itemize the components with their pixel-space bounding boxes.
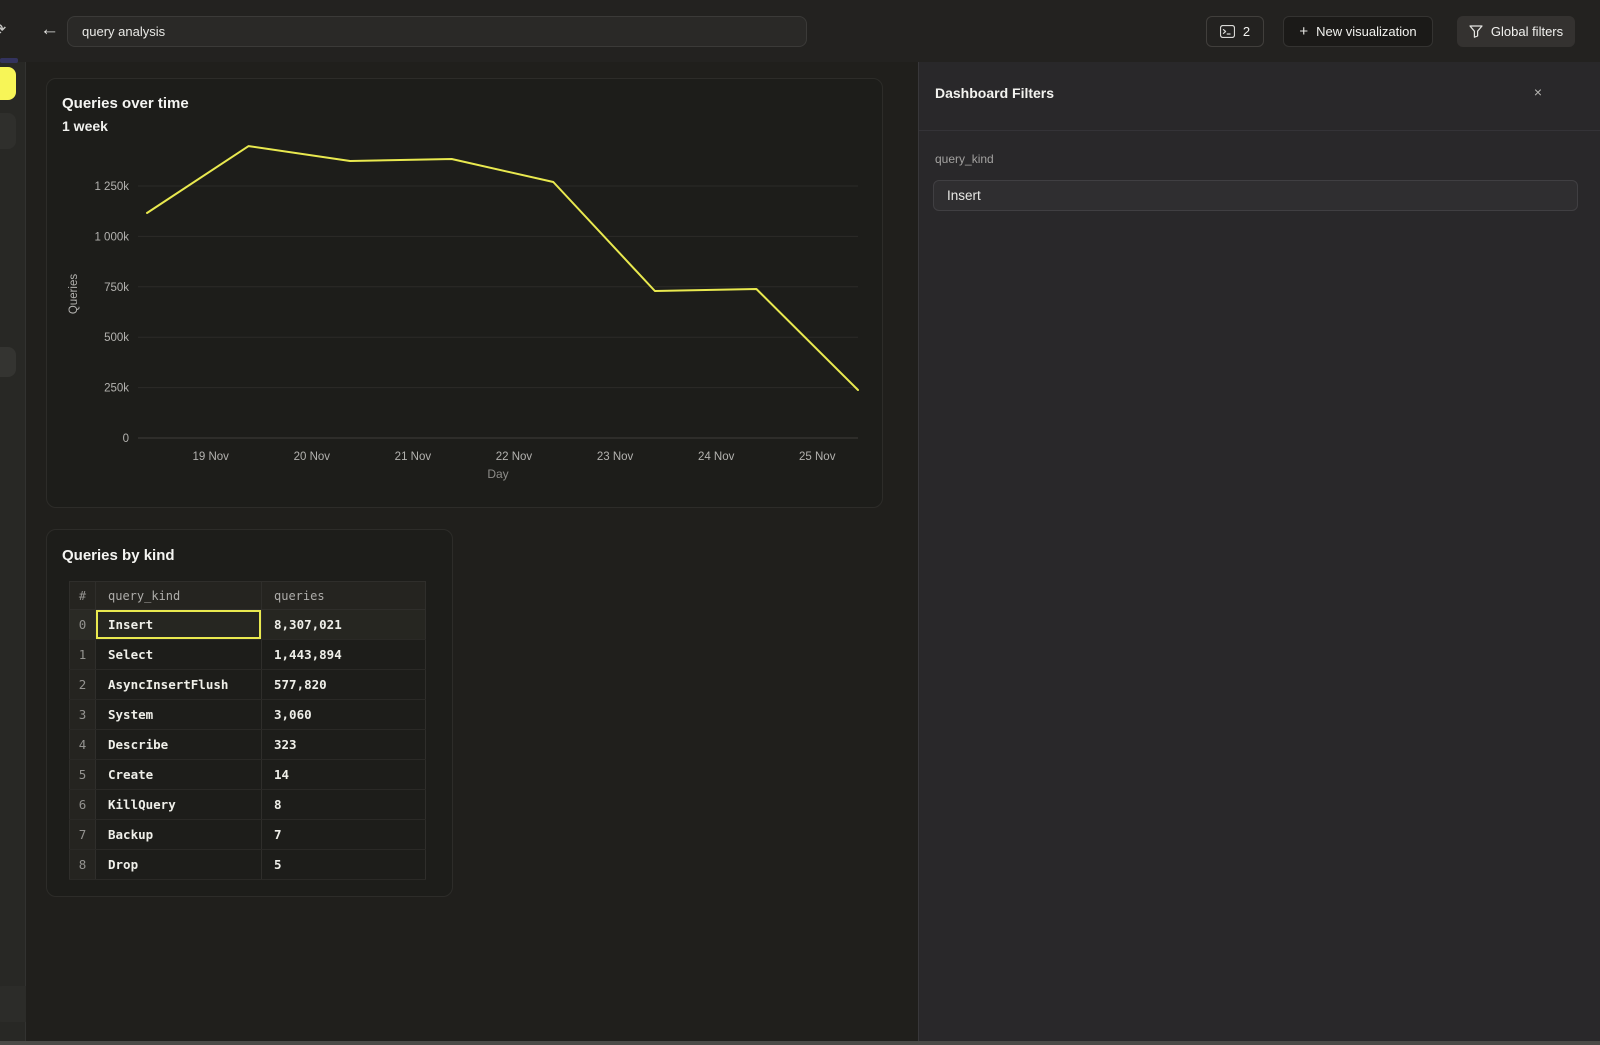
queries-by-kind-table: #query_kindqueries 0Insert8,307,0211Sele… <box>69 581 426 880</box>
table-row: 7Backup7 <box>70 820 426 850</box>
table-row: 1Select1,443,894 <box>70 640 426 670</box>
cell-row-index: 6 <box>70 790 96 820</box>
column-header-idx: # <box>70 582 96 610</box>
table-row: 3System3,060 <box>70 700 426 730</box>
cell-query-kind[interactable]: Create <box>96 760 262 790</box>
plus-icon: + <box>1299 24 1308 39</box>
svg-text:20 Nov: 20 Nov <box>294 451 331 463</box>
queries-by-kind-card: Queries by kind #query_kindqueries 0Inse… <box>46 529 453 897</box>
funnel-icon <box>1469 25 1483 38</box>
console-count-label: 2 <box>1243 24 1250 39</box>
table-row: 5Create14 <box>70 760 426 790</box>
cell-row-index: 3 <box>70 700 96 730</box>
cell-query-kind[interactable]: Drop <box>96 850 262 880</box>
queries-over-time-line-chart: 0 250k 500k 750k 1 000k 1 250k 19 Nov 20 Nov 21 … <box>47 79 884 509</box>
table-row: 4Describe323 <box>70 730 426 760</box>
svg-text:Day: Day <box>487 467 508 481</box>
cell-query-kind[interactable]: Describe <box>96 730 262 760</box>
cell-query-kind[interactable]: Insert <box>96 610 262 640</box>
table-title: Queries by kind <box>62 547 175 564</box>
cell-row-index: 4 <box>70 730 96 760</box>
table-row: 6KillQuery8 <box>70 790 426 820</box>
filter-field-label: query_kind <box>935 152 994 166</box>
sidebar-item[interactable] <box>0 347 16 377</box>
cell-queries-value[interactable]: 323 <box>262 730 426 760</box>
svg-text:250k: 250k <box>104 383 129 395</box>
global-filters-button[interactable]: Global filters <box>1457 16 1575 47</box>
sidebar-focus-sliver <box>0 58 18 63</box>
console-icon <box>1220 25 1235 38</box>
panel-divider <box>919 130 1600 131</box>
table-row: 0Insert8,307,021 <box>70 610 426 640</box>
svg-text:1 000k: 1 000k <box>94 231 129 243</box>
svg-text:19 Nov: 19 Nov <box>193 451 230 463</box>
column-header-query_kind: query_kind <box>96 582 262 610</box>
console-count-button[interactable]: 2 <box>1206 16 1264 47</box>
sidebar-item-active[interactable] <box>0 67 16 100</box>
window-bottom-edge <box>0 1041 1600 1045</box>
queries-over-time-card: Queries over time 1 week 0 250k 500k 750k 1 … <box>46 78 883 508</box>
query-kind-filter-input[interactable] <box>933 180 1578 211</box>
dashboard-filters-panel: Dashboard Filters × query_kind <box>918 62 1600 1041</box>
svg-text:1 250k: 1 250k <box>94 181 129 193</box>
svg-text:750k: 750k <box>104 282 129 294</box>
cell-row-index: 1 <box>70 640 96 670</box>
cell-queries-value[interactable]: 14 <box>262 760 426 790</box>
left-sidebar-strip <box>0 62 26 1041</box>
cell-queries-value[interactable]: 1,443,894 <box>262 640 426 670</box>
cell-queries-value[interactable]: 3,060 <box>262 700 426 730</box>
cell-row-index: 5 <box>70 760 96 790</box>
cell-queries-value[interactable]: 8 <box>262 790 426 820</box>
cell-queries-value[interactable]: 7 <box>262 820 426 850</box>
svg-text:24 Nov: 24 Nov <box>698 451 735 463</box>
cell-row-index: 0 <box>70 610 96 640</box>
global-filters-label: Global filters <box>1491 24 1563 39</box>
svg-text:0: 0 <box>123 433 129 445</box>
new-visualization-label: New visualization <box>1316 24 1416 39</box>
new-visualization-button[interactable]: + New visualization <box>1283 16 1433 47</box>
svg-text:23 Nov: 23 Nov <box>597 451 634 463</box>
cell-query-kind[interactable]: Select <box>96 640 262 670</box>
cell-query-kind[interactable]: Backup <box>96 820 262 850</box>
cell-queries-value[interactable]: 577,820 <box>262 670 426 700</box>
cell-queries-value[interactable]: 8,307,021 <box>262 610 426 640</box>
dashboard-title-input[interactable] <box>67 16 807 47</box>
svg-text:21 Nov: 21 Nov <box>395 451 432 463</box>
sidebar-item[interactable] <box>0 113 16 149</box>
svg-text:Queries: Queries <box>68 274 80 315</box>
table-row: 8Drop5 <box>70 850 426 880</box>
top-bar: ⟳ ← 2 + New visualization Global filters <box>0 0 1600 62</box>
svg-text:500k: 500k <box>104 332 129 344</box>
cell-row-index: 8 <box>70 850 96 880</box>
table-row: 2AsyncInsertFlush577,820 <box>70 670 426 700</box>
chart-subtitle: 1 week <box>62 118 108 134</box>
cell-query-kind[interactable]: AsyncInsertFlush <box>96 670 262 700</box>
table-header-row: #query_kindqueries <box>70 582 426 610</box>
cell-row-index: 2 <box>70 670 96 700</box>
cell-query-kind[interactable]: System <box>96 700 262 730</box>
svg-text:22 Nov: 22 Nov <box>496 451 533 463</box>
filters-panel-title: Dashboard Filters <box>935 85 1054 101</box>
cell-query-kind[interactable]: KillQuery <box>96 790 262 820</box>
close-icon[interactable]: × <box>1534 84 1542 100</box>
column-header-queries: queries <box>262 582 426 610</box>
chart-title: Queries over time <box>62 95 189 112</box>
cell-row-index: 7 <box>70 820 96 850</box>
dashboard-canvas: Queries over time 1 week 0 250k 500k 750k 1 … <box>26 62 918 1041</box>
back-button[interactable]: ← <box>40 19 59 41</box>
refresh-icon[interactable]: ⟳ <box>0 20 6 40</box>
svg-text:25 Nov: 25 Nov <box>799 451 836 463</box>
cell-queries-value[interactable]: 5 <box>262 850 426 880</box>
